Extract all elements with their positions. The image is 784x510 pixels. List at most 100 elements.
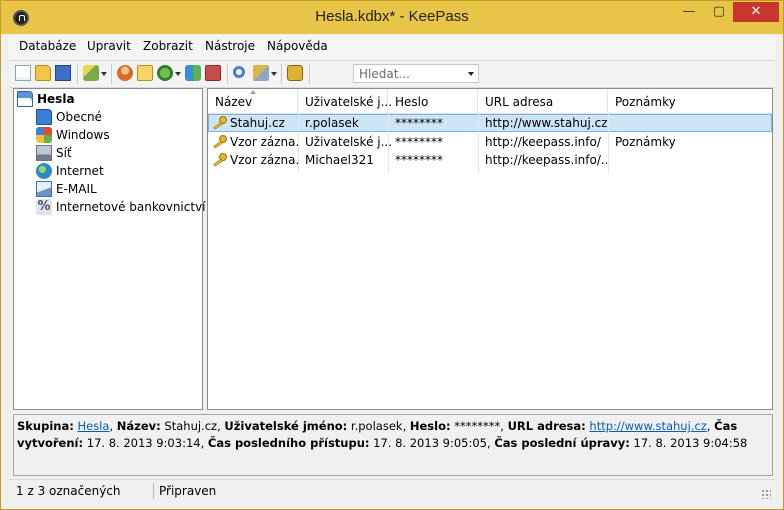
save-icon[interactable] — [55, 65, 71, 81]
close-button[interactable]: ✕ — [733, 2, 779, 22]
key-icon — [213, 153, 227, 167]
copy-username-icon[interactable] — [117, 65, 133, 81]
maximize-button[interactable]: ▢ — [705, 2, 733, 22]
cell-password: ******** — [395, 135, 443, 149]
tree-label: E-MAIL — [56, 182, 97, 196]
network-icon — [36, 145, 52, 161]
folder-icon — [36, 109, 52, 125]
tree-label: Síť — [56, 146, 72, 160]
group-tree[interactable]: Hesla Obecné Windows Síť Internet E-MAIL… — [13, 88, 206, 410]
entry-details-panel: Skupina: Hesla, Název: Stahuj.cz, Uživat… — [13, 414, 773, 476]
new-database-icon[interactable] — [15, 65, 31, 81]
entry-list[interactable]: Název Uživatelské j... Heslo URL adresa … — [207, 88, 773, 410]
cell-title: Vzor zázna... — [230, 135, 300, 149]
resize-grip-icon[interactable] — [761, 489, 771, 499]
detail-label: Čas poslední úpravy: — [494, 436, 630, 450]
minimize-button[interactable]: — — [673, 2, 705, 22]
tree-label: Internetové bankovnictví — [56, 200, 206, 214]
window-title: Hesla.kdbx* - KeePass — [315, 8, 469, 25]
add-entry-icon[interactable] — [83, 65, 99, 81]
detail-value: ******** — [454, 419, 501, 433]
toolbar-separator — [309, 64, 310, 84]
title-bar[interactable]: Hesla.kdbx* - KeePass — ▢ ✕ — [1, 1, 783, 34]
detail-value: r.polasek — [350, 419, 403, 433]
add-entry-dropdown-icon[interactable] — [101, 72, 107, 76]
keepass-window: Hesla.kdbx* - KeePass — ▢ ✕ Databáze Upr… — [0, 0, 784, 510]
cell-username: Uživatelské j... — [305, 135, 391, 149]
column-header-username[interactable]: Uživatelské j... — [298, 89, 392, 113]
detail-label: Skupina: — [17, 419, 74, 433]
envelope-icon — [36, 181, 52, 197]
status-divider — [153, 483, 154, 499]
detail-url-link[interactable]: http://www.stahuj.cz — [589, 419, 706, 433]
toolbar: Hledat... — [9, 60, 775, 88]
cell-url: http://keepass.info/... — [485, 153, 607, 167]
menu-help[interactable]: Nápověda — [267, 39, 328, 53]
column-header-url[interactable]: URL adresa — [478, 89, 608, 113]
open-folder-icon[interactable] — [35, 65, 51, 81]
copy-password-icon[interactable] — [137, 65, 153, 81]
chevron-down-icon[interactable] — [468, 72, 474, 76]
detail-label: Čas posledního přístupu: — [207, 436, 370, 450]
toolbar-separator — [111, 64, 112, 84]
cell-title: Stahuj.cz — [230, 116, 285, 130]
open-url-icon[interactable] — [157, 65, 173, 81]
detail-label: Název: — [116, 419, 161, 433]
open-folder-icon — [17, 91, 33, 107]
cell-password: ******** — [395, 153, 443, 167]
key-icon — [213, 116, 227, 130]
column-header-notes[interactable]: Poznámky — [608, 89, 772, 113]
menu-database[interactable]: Databáze — [19, 39, 76, 53]
cell-password: ******** — [395, 116, 443, 130]
menu-bar: Databáze Upravit Zobrazit Nástroje Nápov… — [9, 35, 775, 59]
status-bar: 1 z 3 označených Připraven — [9, 479, 775, 502]
sync-icon[interactable] — [185, 65, 201, 81]
cell-url: http://keepass.info/ — [485, 135, 601, 149]
column-divider — [478, 114, 479, 174]
sort-ascending-icon — [250, 90, 256, 94]
toolbar-separator — [77, 64, 78, 84]
tools-icon[interactable] — [253, 65, 269, 81]
column-header-password[interactable]: Heslo — [388, 89, 478, 113]
key-icon — [213, 135, 227, 149]
search-combo[interactable]: Hledat... — [353, 64, 479, 83]
find-icon[interactable] — [233, 66, 245, 78]
detail-value: 17. 8. 2013 9:03:14 — [86, 436, 201, 450]
auto-type-icon[interactable] — [205, 65, 221, 81]
menu-view[interactable]: Zobrazit — [143, 39, 193, 53]
cell-username: Michael321 — [305, 153, 374, 167]
entry-row[interactable]: Vzor zázna... Uživatelské j... ******** … — [208, 133, 772, 151]
status-state: Připraven — [159, 484, 217, 498]
detail-label: Heslo: — [409, 419, 451, 433]
tree-label: Obecné — [56, 110, 103, 124]
detail-label: Uživatelské jméno: — [224, 419, 348, 433]
toolbar-separator — [281, 64, 282, 84]
list-header: Název Uživatelské j... Heslo URL adresa … — [208, 89, 772, 114]
column-header-title[interactable]: Název — [208, 89, 298, 113]
entry-row[interactable]: Stahuj.cz r.polasek ******** http://www.… — [208, 114, 772, 132]
open-url-dropdown-icon[interactable] — [175, 72, 181, 76]
tree-label: Hesla — [37, 92, 75, 106]
column-divider — [388, 114, 389, 174]
detail-value: 17. 8. 2013 9:04:58 — [633, 436, 748, 450]
tree-label: Windows — [56, 128, 110, 142]
detail-value: Stahuj.cz — [164, 419, 218, 433]
tools-dropdown-icon[interactable] — [271, 72, 277, 76]
menu-tools[interactable]: Nástroje — [205, 39, 255, 53]
column-divider — [298, 114, 299, 174]
search-input[interactable]: Hledat... — [359, 67, 410, 81]
detail-label: URL adresa: — [507, 419, 586, 433]
percent-icon: % — [36, 199, 52, 215]
detail-group-link[interactable]: Hesla — [78, 419, 110, 433]
cell-username: r.polasek — [305, 116, 359, 130]
globe-icon — [36, 163, 52, 179]
cell-notes: Poznámky — [615, 135, 676, 149]
windows-logo-icon — [36, 127, 52, 143]
entry-row[interactable]: Vzor zázna... Michael321 ******** http:/… — [208, 151, 772, 169]
tree-label: Internet — [56, 164, 104, 178]
toolbar-separator — [227, 64, 228, 84]
status-selection: 1 z 3 označených — [16, 484, 121, 498]
menu-edit[interactable]: Upravit — [87, 39, 131, 53]
cell-url: http://www.stahuj.cz — [485, 116, 607, 130]
lock-workspace-icon[interactable] — [287, 65, 303, 81]
